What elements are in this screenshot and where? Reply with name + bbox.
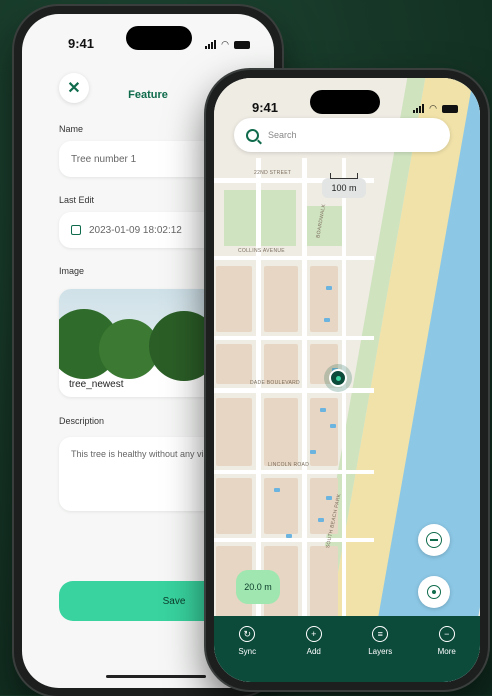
tree-marker[interactable] — [324, 364, 352, 392]
search-input[interactable]: Search — [234, 118, 450, 152]
road — [214, 470, 374, 474]
street-label: DADE BOULEVARD — [250, 380, 300, 386]
last-edit-label: Last Edit — [59, 195, 95, 205]
gps-accuracy-chip[interactable]: 20.0 m — [236, 570, 280, 604]
search-placeholder: Search — [268, 130, 297, 140]
status-icons: ◠ — [413, 103, 458, 114]
gps-accuracy-value: 20.0 m — [244, 582, 272, 592]
nav-label: Add — [306, 647, 321, 656]
map-scale: 100 m — [322, 173, 366, 198]
minus-icon — [426, 532, 442, 548]
name-value: Tree number 1 — [71, 153, 137, 165]
last-edit-value: 2023-01-09 18:02:12 — [89, 224, 182, 236]
status-time: 9:41 — [68, 36, 95, 51]
wifi-icon: ◠ — [221, 39, 229, 49]
nav-more[interactable]: − More — [422, 626, 472, 682]
dynamic-island — [310, 90, 380, 114]
signal-icon — [413, 104, 425, 113]
road — [214, 256, 374, 260]
road — [214, 336, 374, 340]
more-icon: − — [438, 626, 455, 642]
image-label: Image — [59, 266, 85, 276]
calendar-icon — [71, 225, 81, 235]
search-icon — [246, 128, 259, 142]
nav-layers[interactable]: ≡ Layers — [355, 626, 405, 682]
road — [214, 388, 374, 393]
road — [342, 158, 346, 638]
signal-icon — [205, 40, 217, 49]
image-filename: tree_newest — [69, 379, 124, 390]
nav-label: Sync — [238, 647, 257, 656]
nav-label: Layers — [368, 647, 393, 656]
crosshair-icon — [427, 585, 441, 599]
map-phone: 22ND STREET COLLINS AVENUE DADE BOULEVAR… — [206, 70, 488, 690]
road — [256, 158, 261, 638]
dynamic-island — [126, 26, 192, 50]
description-value: This tree is healthy without any visu — [71, 449, 214, 459]
road — [302, 158, 307, 638]
nav-sync[interactable]: ↻ Sync — [222, 626, 272, 682]
status-icons: ◠ — [205, 39, 250, 50]
street-label: 22ND STREET — [254, 170, 292, 176]
bottom-navigation: ↻ Sync + Add ≡ Layers − More — [214, 616, 480, 682]
street-label: LINCOLN ROAD — [268, 462, 310, 468]
name-label: Name — [59, 124, 84, 134]
location-pin-icon — [329, 369, 347, 387]
zoom-out-button[interactable] — [418, 524, 450, 556]
home-indicator — [106, 675, 206, 678]
nav-label: More — [437, 647, 456, 656]
street-label: COLLINS AVENUE — [238, 248, 285, 254]
road — [214, 538, 374, 542]
battery-icon — [442, 104, 458, 113]
layers-icon: ≡ — [372, 626, 389, 642]
save-label: Save — [162, 595, 186, 607]
map-screen: 22ND STREET COLLINS AVENUE DADE BOULEVAR… — [214, 78, 480, 682]
add-icon: + — [305, 626, 322, 642]
battery-icon — [234, 40, 250, 49]
status-time: 9:41 — [252, 100, 279, 115]
locate-button[interactable] — [418, 576, 450, 608]
wifi-icon: ◠ — [429, 103, 437, 113]
description-label: Description — [59, 416, 105, 426]
nav-add[interactable]: + Add — [289, 626, 339, 682]
sync-icon: ↻ — [239, 626, 256, 642]
